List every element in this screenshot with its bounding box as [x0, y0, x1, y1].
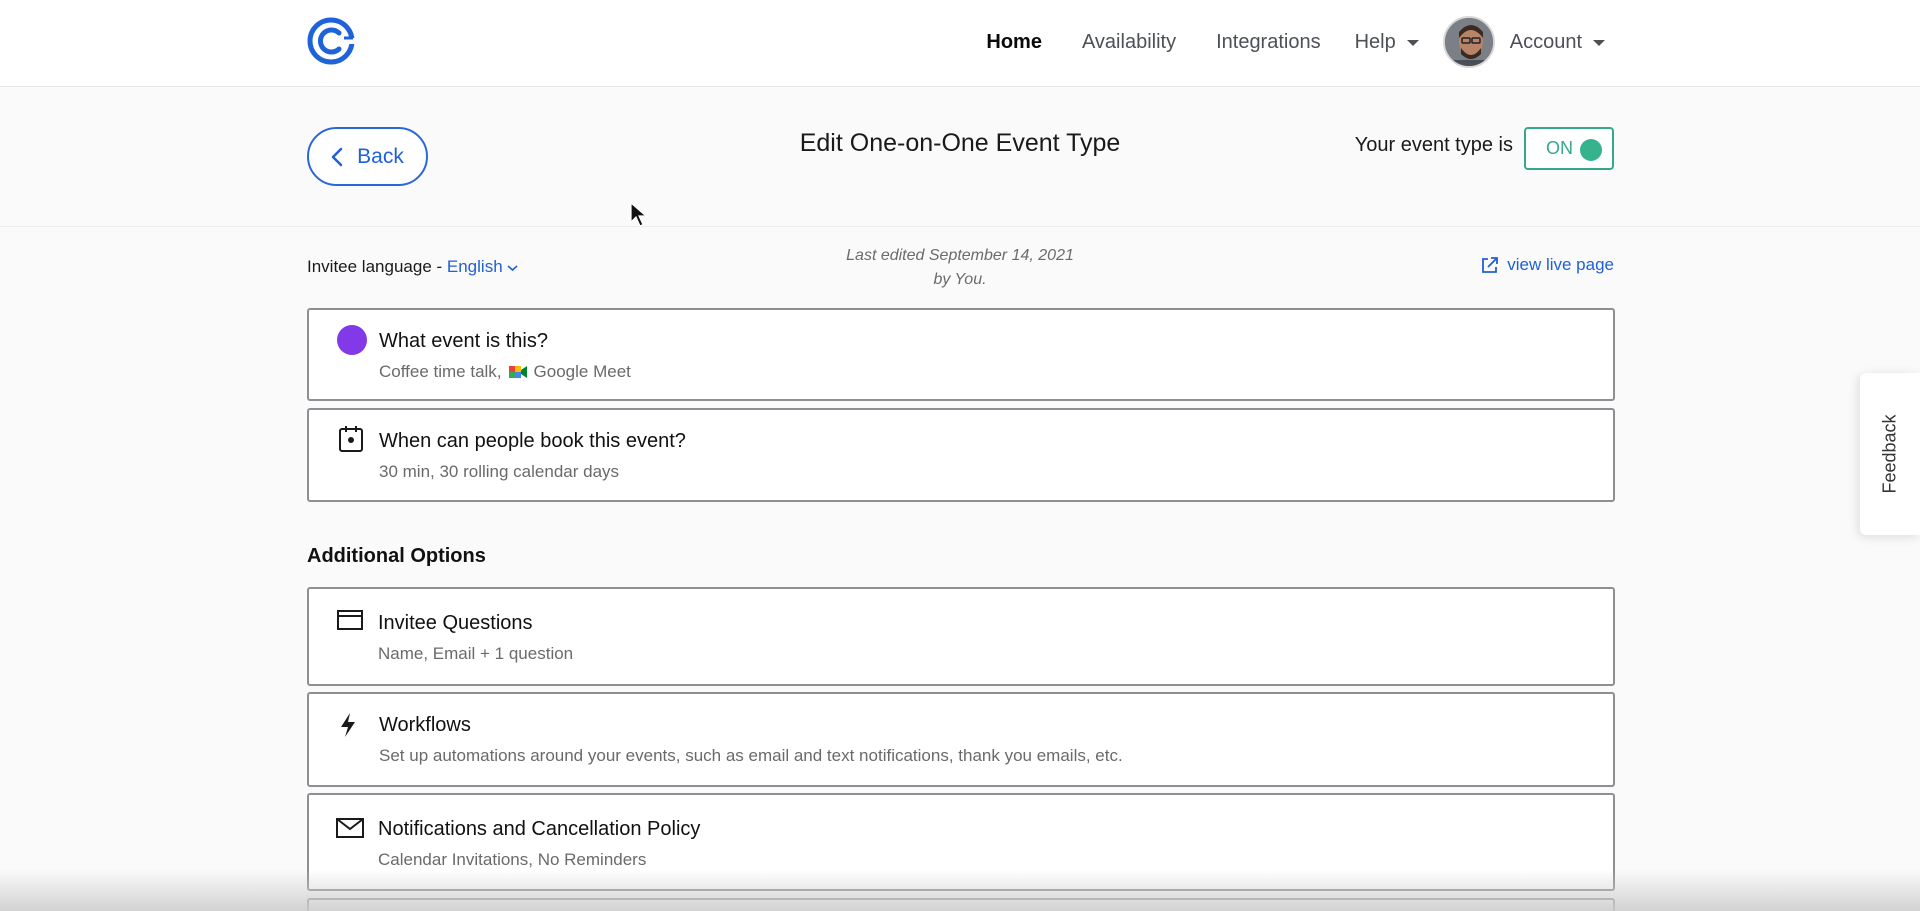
card-subtitle: 30 min, 30 rolling calendar days	[379, 462, 620, 481]
google-meet-icon	[508, 366, 527, 378]
invitee-questions-card[interactable]: Invitee Questions Name, Email + 1 questi…	[307, 587, 1615, 686]
nav-links: Home Availability Integrations Help Acco…	[946, 0, 1605, 84]
event-details-card[interactable]: What event is this? Coffee time talk, Go…	[307, 308, 1615, 401]
nav-integrations[interactable]: Integrations	[1216, 31, 1321, 54]
view-live-page-label: view live page	[1507, 255, 1614, 274]
nav-integrations-label: Integrations	[1216, 30, 1321, 53]
external-link-icon	[1482, 256, 1499, 273]
view-live-page-link[interactable]: view live page	[1480, 255, 1614, 275]
additional-options-heading: Additional Options	[307, 545, 486, 567]
card-subtitle: Calendar Invitations, No Reminders	[378, 850, 647, 869]
last-edited-date: Last edited September 14, 2021	[846, 247, 1074, 264]
nav-account[interactable]: Account	[1510, 31, 1605, 54]
nav-help[interactable]: Help	[1355, 31, 1419, 54]
toggle-knob	[1580, 139, 1602, 161]
nav-home-label: Home	[986, 30, 1042, 53]
card-subtitle: Set up automations around your events, s…	[379, 746, 1123, 765]
avatar[interactable]	[1442, 16, 1495, 68]
toggle-label: ON	[1546, 138, 1573, 158]
bottom-fade	[0, 870, 1920, 911]
last-edited-note: Last edited September 14, 2021 by You.	[0, 244, 1920, 292]
mouse-cursor-icon	[630, 202, 648, 227]
feedback-label: Feedback	[1879, 414, 1900, 494]
calendar-icon	[339, 426, 363, 452]
location-text: Google Meet	[533, 362, 631, 381]
nav-account-label: Account	[1509, 30, 1582, 53]
calendly-logo-icon[interactable]	[306, 16, 356, 66]
avatar-photo-icon	[1444, 18, 1493, 66]
form-icon	[337, 610, 363, 630]
card-subtitle: Coffee time talk, Google Meet	[379, 362, 631, 382]
event-status-label: Your event type is	[1354, 134, 1513, 156]
card-subtitle: Name, Email + 1 question	[378, 644, 574, 663]
envelope-icon	[336, 818, 364, 838]
page-title: Edit One-on-One Event Type	[799, 129, 1121, 157]
nav-availability-label: Availability	[1081, 30, 1177, 53]
nav-availability[interactable]: Availability	[1082, 31, 1176, 54]
purple-dot-icon	[337, 325, 367, 355]
scheduling-card[interactable]: When can people book this event? 30 min,…	[307, 408, 1615, 502]
card-title: Notifications and Cancellation Policy	[378, 818, 701, 840]
last-edited-by: by You.	[933, 271, 987, 288]
event-type-toggle[interactable]: ON	[1524, 127, 1614, 170]
card-title: What event is this?	[379, 330, 548, 352]
top-navigation: Home Availability Integrations Help Acco…	[0, 0, 1920, 87]
card-title: Invitee Questions	[378, 612, 533, 634]
nav-help-label: Help	[1354, 30, 1396, 53]
chevron-down-icon	[1406, 40, 1419, 46]
feedback-tab[interactable]: Feedback	[1860, 373, 1920, 535]
card-title: Workflows	[379, 714, 471, 736]
card-title: When can people book this event?	[379, 430, 686, 452]
chevron-down-icon	[1593, 40, 1605, 46]
event-name-text: Coffee time talk,	[379, 362, 502, 381]
workflows-card[interactable]: Workflows Set up automations around your…	[307, 692, 1615, 787]
nav-home[interactable]: Home	[986, 31, 1042, 54]
lightning-icon	[341, 713, 355, 737]
